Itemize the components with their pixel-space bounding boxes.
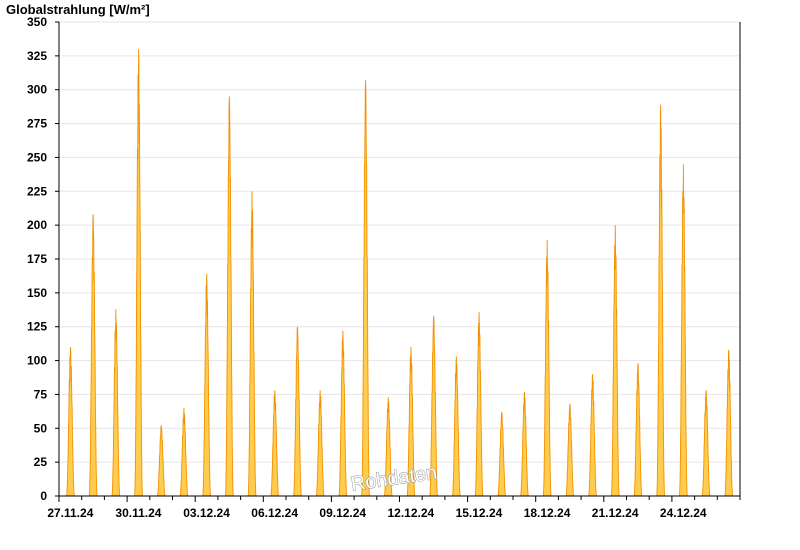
y-tick-label: 25 (34, 455, 48, 469)
y-tick-label: 300 (27, 83, 47, 97)
x-tick-label: 21.12.24 (592, 506, 639, 520)
y-tick-label: 150 (27, 286, 47, 300)
irradiance-chart: Globalstrahlung [W/m²] 02550751001251501… (0, 0, 800, 550)
x-tick-label: 24.12.24 (660, 506, 707, 520)
x-tick-label: 03.12.24 (183, 506, 230, 520)
y-tick-label: 225 (27, 184, 47, 198)
x-tick-label: 12.12.24 (387, 506, 434, 520)
y-tick-label: 0 (40, 489, 47, 503)
x-tick-label: 09.12.24 (319, 506, 366, 520)
x-tick-label: 27.11.24 (47, 506, 93, 520)
y-tick-label: 50 (34, 421, 48, 435)
y-tick-label: 175 (27, 252, 47, 266)
y-tick-label: 250 (27, 150, 47, 164)
y-tick-label: 75 (34, 387, 48, 401)
x-tick-label: 15.12.24 (456, 506, 503, 520)
y-tick-label: 100 (27, 354, 47, 368)
y-tick-label: 125 (27, 320, 47, 334)
y-tick-label: 325 (27, 49, 47, 63)
x-tick-label: 30.11.24 (115, 506, 161, 520)
y-tick-label: 350 (27, 15, 47, 29)
y-tick-label: 275 (27, 117, 47, 131)
y-tick-label: 200 (27, 218, 47, 232)
x-tick-label: 06.12.24 (251, 506, 298, 520)
x-tick-label: 18.12.24 (524, 506, 571, 520)
